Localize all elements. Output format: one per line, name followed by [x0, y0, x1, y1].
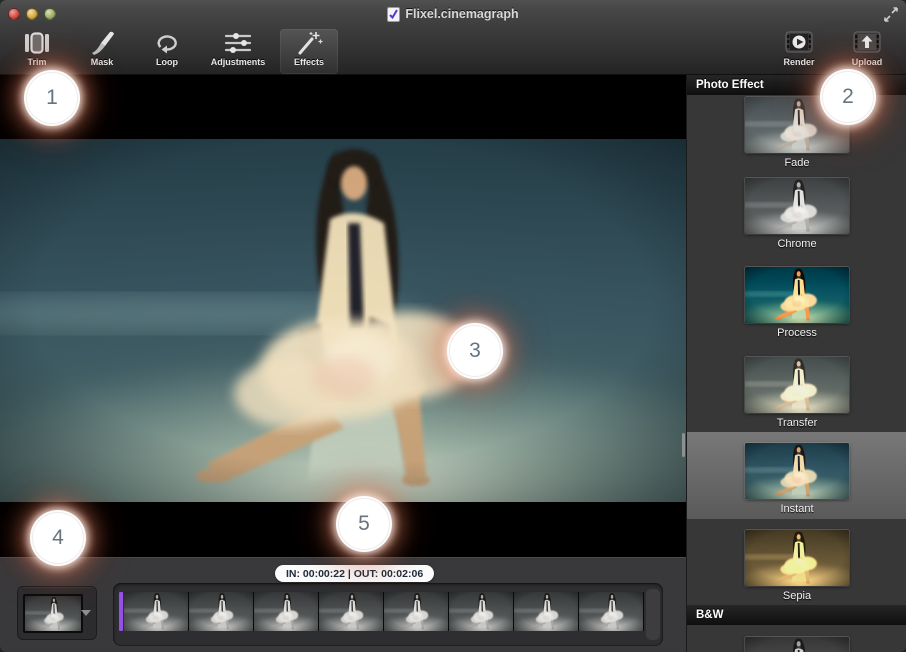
effect-label: Chrome	[687, 238, 906, 250]
trim-button[interactable]: Trim	[8, 29, 66, 74]
in-out-badge: IN: 00:00:22 | OUT: 00:02:06	[275, 565, 434, 582]
effect-thumbnail[interactable]	[745, 357, 849, 413]
filmstrip-frame[interactable]	[124, 592, 189, 631]
timeline-panel: IN: 00:00:22 | OUT: 00:02:06	[0, 557, 686, 652]
loop-button[interactable]: Loop	[138, 29, 196, 74]
titlebar: Flixel.cinemagraph	[0, 0, 906, 28]
filmstrip-frame[interactable]	[514, 592, 579, 631]
callout-2: 2	[822, 71, 874, 123]
clip-source-selector[interactable]	[17, 586, 97, 640]
cinemagraph-preview	[0, 139, 686, 502]
window-title: Flixel.cinemagraph	[405, 7, 518, 21]
callout-3: 3	[449, 325, 501, 377]
mask-label: Mask	[91, 57, 114, 68]
filmstrip-frames	[124, 592, 644, 631]
render-icon	[785, 29, 813, 57]
effect-item-instant[interactable]: Instant	[687, 432, 906, 519]
filmstrip-frame[interactable]	[254, 592, 319, 631]
chevron-down-icon[interactable]	[81, 610, 91, 616]
upload-label: Upload	[852, 57, 883, 68]
section-header-bw: B&W	[687, 605, 906, 625]
window-chrome: Flixel.cinemagraph Trim	[0, 0, 906, 75]
effect-thumbnail[interactable]	[745, 443, 849, 499]
fullscreen-icon[interactable]	[883, 7, 899, 22]
effect-item-bw[interactable]	[687, 631, 906, 652]
mask-icon	[87, 29, 117, 57]
filmstrip-frame[interactable]	[579, 592, 644, 631]
filmstrip-frame[interactable]	[189, 592, 254, 631]
effect-thumbnail[interactable]	[745, 637, 849, 652]
scrollbar-thumb[interactable]	[682, 433, 685, 457]
upload-button[interactable]: Upload	[838, 29, 896, 74]
toolbar: Trim Mask	[0, 28, 906, 75]
callout-4: 4	[32, 512, 84, 564]
filmstrip-frame[interactable]	[449, 592, 514, 631]
trim-label: Trim	[27, 57, 46, 68]
effect-label: Process	[687, 327, 906, 339]
effect-item-transfer[interactable]: Transfer	[687, 351, 906, 438]
filmstrip-frame[interactable]	[319, 592, 384, 631]
effect-item-process[interactable]: Process	[687, 261, 906, 348]
effect-thumbnail[interactable]	[745, 178, 849, 234]
effect-thumbnail[interactable]	[745, 530, 849, 586]
filmstrip-frame[interactable]	[384, 592, 449, 631]
mask-button[interactable]: Mask	[73, 29, 131, 74]
preview-canvas	[0, 75, 686, 557]
app-window: Flixel.cinemagraph Trim	[0, 0, 906, 652]
effect-item-sepia[interactable]: Sepia	[687, 524, 906, 611]
effects-button[interactable]: Effects	[280, 29, 338, 74]
document-icon	[387, 7, 400, 22]
render-label: Render	[783, 57, 814, 68]
effects-sidebar: Photo Effect Fade Chrome Process Transfe…	[686, 75, 906, 652]
callout-5: 5	[338, 498, 390, 550]
loop-label: Loop	[156, 57, 178, 68]
callout-1: 1	[26, 72, 78, 124]
toolbar-tools: Trim Mask	[0, 28, 338, 74]
effect-label: Sepia	[687, 590, 906, 602]
effects-icon	[294, 29, 324, 57]
upload-icon	[853, 29, 881, 57]
effect-item-chrome[interactable]: Chrome	[687, 172, 906, 259]
adjustments-label: Adjustments	[211, 57, 266, 68]
clip-thumbnail	[23, 594, 83, 633]
toolbar-actions: Render Upload	[770, 28, 906, 74]
effect-label: Instant	[687, 503, 906, 515]
render-button[interactable]: Render	[770, 29, 828, 74]
title-area: Flixel.cinemagraph	[0, 0, 906, 28]
adjustments-button[interactable]: Adjustments	[203, 29, 273, 74]
effect-label: Fade	[687, 157, 906, 169]
effect-item-fade[interactable]: Fade	[687, 91, 906, 178]
effect-label: Transfer	[687, 417, 906, 429]
trim-icon	[22, 29, 52, 57]
effects-label: Effects	[294, 57, 324, 68]
filmstrip-scrubber[interactable]	[113, 583, 663, 646]
adjustments-icon	[223, 29, 253, 57]
in-point-marker[interactable]	[119, 592, 123, 631]
effect-thumbnail[interactable]	[745, 267, 849, 323]
loop-icon	[152, 29, 182, 57]
